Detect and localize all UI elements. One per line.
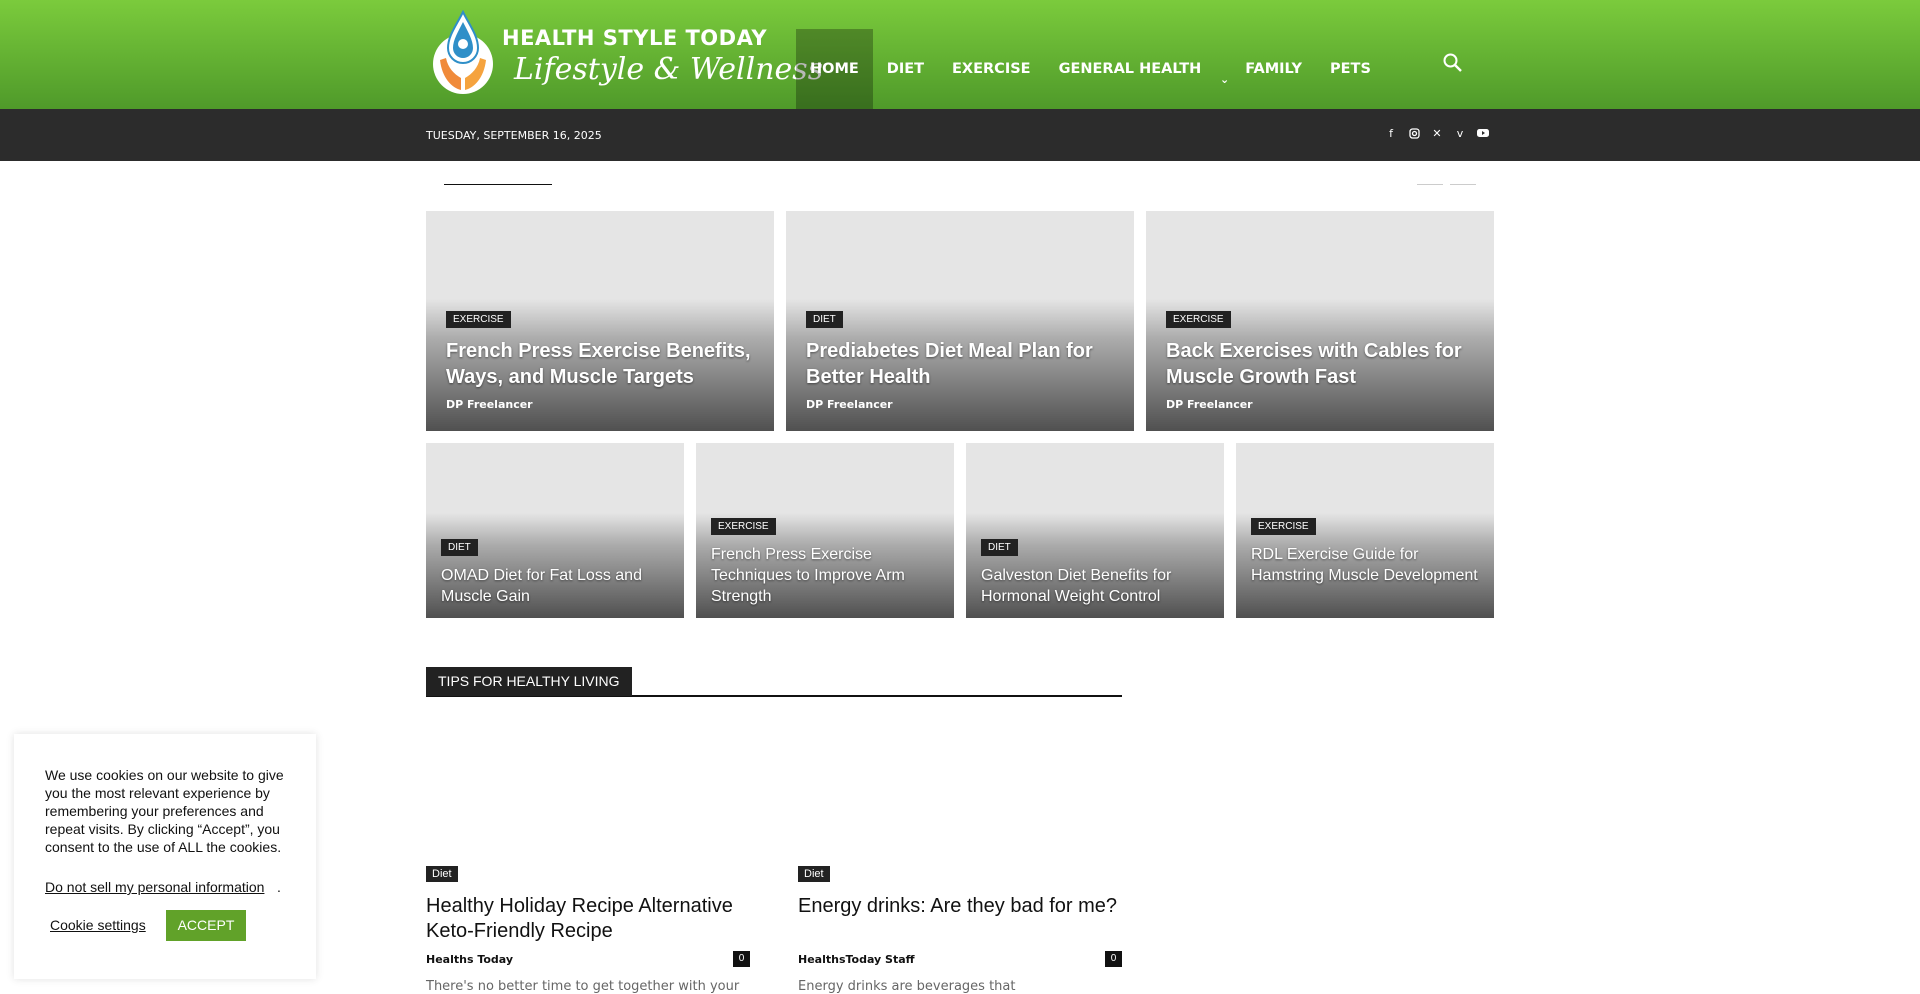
featured-post-small[interactable]: DIET Galveston Diet Benefits for Hormona… [966,443,1224,618]
nav-home[interactable]: HOME [796,29,873,109]
category-badge[interactable]: DIET [806,311,843,328]
category-badge[interactable]: Diet [426,866,458,882]
do-not-sell-link[interactable]: Do not sell my personal information [45,879,264,895]
category-badge[interactable]: EXERCISE [1251,518,1316,535]
social-links: f ✕ v [1384,126,1490,140]
current-date: TUESDAY, SEPTEMBER 16, 2025 [426,129,602,142]
post-title[interactable]: Prediabetes Diet Meal Plan for Better He… [806,338,1116,390]
search-icon[interactable] [1442,52,1464,74]
instagram-icon[interactable] [1407,126,1421,140]
main-nav: HOME DIET EXERCISE GENERAL HEALTH ⌄ FAMI… [796,29,1385,109]
cookie-link-period: . [277,879,281,895]
post-title[interactable]: French Press Exercise Techniques to Impr… [711,544,941,607]
nav-general-health-label: GENERAL HEALTH [1058,61,1202,77]
nav-family[interactable]: FAMILY [1231,29,1316,109]
site-logo[interactable]: HEALTH STYLE TODAY Lifestyle & Wellness [426,6,823,102]
featured-post-small[interactable]: DIET OMAD Diet for Fat Loss and Muscle G… [426,443,684,618]
post-title[interactable]: French Press Exercise Benefits, Ways, an… [446,338,756,390]
vimeo-icon[interactable]: v [1453,126,1467,140]
category-badge[interactable]: EXERCISE [446,311,511,328]
post-title[interactable]: Back Exercises with Cables for Muscle Gr… [1166,338,1476,390]
category-badge[interactable]: DIET [441,539,478,556]
logo-title: HEALTH STYLE TODAY [502,26,768,50]
featured-post[interactable]: EXERCISE French Press Exercise Benefits,… [426,211,774,431]
post-title[interactable]: Healthy Holiday Recipe Alternative Keto-… [426,894,750,944]
accept-cookies-button[interactable]: ACCEPT [166,910,246,941]
chevron-down-icon: ⌄ [1220,73,1230,86]
post-title[interactable]: OMAD Diet for Fat Loss and Muscle Gain [441,565,671,607]
post-excerpt: There's no better time to get together w… [426,979,740,994]
youtube-icon[interactable] [1476,126,1490,140]
comment-count[interactable]: 0 [1105,951,1122,967]
nav-pets[interactable]: PETS [1316,29,1385,109]
logo-subtitle: Lifestyle & Wellness [514,52,824,87]
post-author[interactable]: Healths Today [426,953,513,966]
post-author[interactable]: DP Freelancer [806,398,893,411]
post-author[interactable]: DP Freelancer [1166,398,1253,411]
section-header: TIPS FOR HEALTHY LIVING [426,667,1122,697]
top-info-bar: TUESDAY, SEPTEMBER 16, 2025 f ✕ v [0,109,1920,161]
comment-count[interactable]: 0 [733,951,750,967]
prev-page-button[interactable] [1417,184,1443,185]
featured-post-small[interactable]: EXERCISE RDL Exercise Guide for Hamstrin… [1236,443,1494,618]
category-badge[interactable]: DIET [981,539,1018,556]
nav-exercise[interactable]: EXERCISE [938,29,1045,109]
featured-post[interactable]: DIET Prediabetes Diet Meal Plan for Bett… [786,211,1134,431]
category-badge[interactable]: EXERCISE [711,518,776,535]
post-title[interactable]: RDL Exercise Guide for Hamstring Muscle … [1251,544,1481,586]
site-header: HEALTH STYLE TODAY Lifestyle & Wellness … [0,0,1920,109]
category-badge[interactable]: EXERCISE [1166,311,1231,328]
section-title[interactable]: TIPS FOR HEALTHY LIVING [426,667,632,696]
category-badge[interactable]: Diet [798,866,830,882]
nav-diet[interactable]: DIET [873,29,938,109]
post-excerpt: Energy drinks are beverages that [798,979,1016,994]
section-title-underline [444,184,552,185]
cookie-banner: We use cookies on our website to give yo… [14,734,316,979]
cookie-settings-link[interactable]: Cookie settings [50,917,146,933]
next-page-button[interactable] [1450,184,1476,185]
featured-post[interactable]: EXERCISE Back Exercises with Cables for … [1146,211,1494,431]
post-title[interactable]: Galveston Diet Benefits for Hormonal Wei… [981,565,1211,607]
post-author[interactable]: DP Freelancer [446,398,533,411]
cookie-message: We use cookies on our website to give yo… [45,767,284,855]
nav-general-health[interactable]: GENERAL HEALTH ⌄ [1045,29,1232,109]
logo-drop-hands-icon [433,9,493,94]
post-title[interactable]: Energy drinks: Are they bad for me? [798,894,1122,919]
facebook-icon[interactable]: f [1384,126,1398,140]
featured-post-small[interactable]: EXERCISE French Press Exercise Technique… [696,443,954,618]
x-icon[interactable]: ✕ [1430,126,1444,140]
post-author[interactable]: HealthsToday Staff [798,953,915,966]
